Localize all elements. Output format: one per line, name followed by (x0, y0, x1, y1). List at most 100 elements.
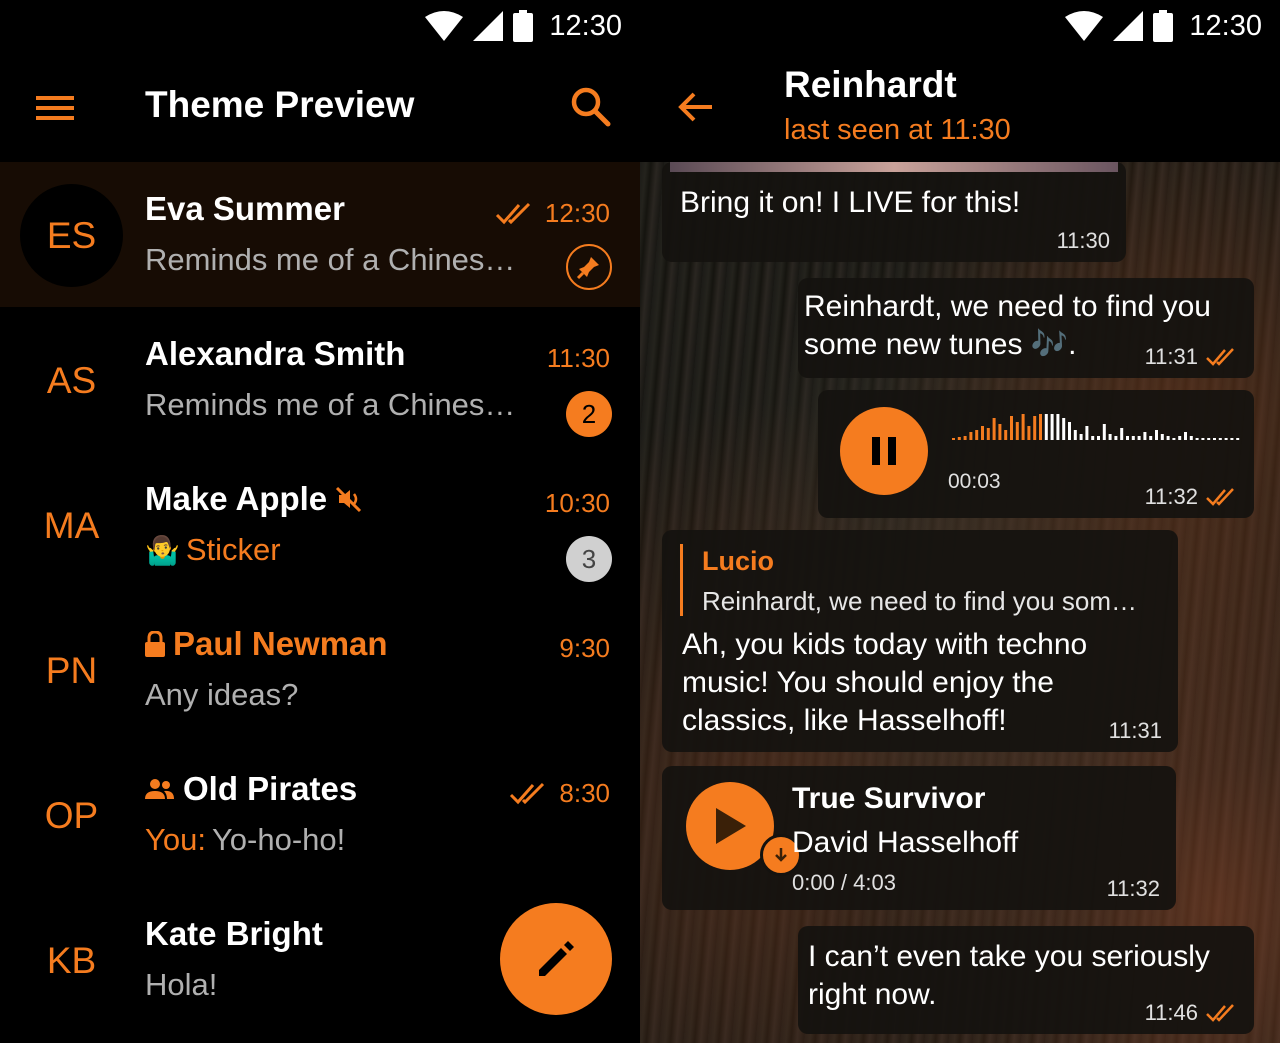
message-bubble-outgoing[interactable]: I can’t even take you seriously right no… (798, 926, 1254, 1034)
waveform-bar (1120, 428, 1124, 440)
chat-name: Kate Bright (145, 915, 323, 953)
chat-time-text: 12:30 (544, 198, 610, 228)
waveform-bar (1218, 438, 1222, 440)
voice-message-bubble[interactable]: 00:03 11:32 (818, 390, 1254, 518)
waveform-bar (1097, 436, 1100, 440)
chat-row-eva-summer[interactable]: ES Eva Summer 12:30 Reminds me of a Chin… (0, 162, 640, 307)
waveform-bar (1155, 430, 1158, 440)
lock-icon (145, 631, 165, 657)
waveform-bar (1091, 436, 1095, 440)
message-bubble-outgoing[interactable]: Reinhardt, we need to find you some new … (798, 278, 1254, 378)
chat-time-text: 9:30 (559, 633, 610, 663)
status-time: 12:30 (1189, 9, 1262, 42)
waveform-bar (1143, 432, 1147, 440)
avatar: KB (46, 939, 97, 981)
chat-name-text: Alexandra Smith (145, 335, 406, 372)
peer-name[interactable]: Reinhardt (784, 64, 957, 106)
waveform-bar (975, 430, 979, 440)
double-check-icon (1206, 488, 1234, 506)
message-bubble-incoming-reply[interactable]: Lucio Reinhardt, we need to find you som… (662, 530, 1178, 752)
back-arrow-icon[interactable] (676, 87, 716, 127)
chat-preview: Reminds me of a Chines… (145, 387, 516, 422)
waveform-bar (1010, 416, 1013, 440)
play-icon (716, 808, 746, 844)
voice-waveform[interactable] (952, 410, 1240, 454)
waveform-bar (1102, 424, 1106, 440)
avatar: AS (46, 359, 97, 401)
chat-name: Old Pirates (145, 770, 357, 808)
chat-name-text: Paul Newman (173, 625, 388, 662)
unread-badge: 2 (566, 391, 612, 437)
pause-button[interactable] (840, 407, 928, 495)
waveform-bar (1195, 438, 1199, 440)
chat-time: 12:30 (495, 198, 610, 229)
waveform-bar (1108, 434, 1112, 440)
waveform-bar (952, 438, 955, 440)
waveform-bar (957, 437, 961, 440)
waveform-bar (1131, 436, 1135, 440)
waveform-bar (1039, 414, 1042, 440)
message-meta: 11:31 (1145, 344, 1238, 370)
waveform-bar (1230, 438, 1234, 440)
waveform-bar (1068, 422, 1071, 440)
group-icon (145, 779, 174, 799)
preview-sender: You: (145, 822, 206, 857)
app-bar: Theme Preview (0, 52, 640, 162)
chat-time-text: 8:30 (559, 778, 610, 808)
pencil-icon (539, 941, 574, 976)
message-time: 11:31 (1108, 718, 1162, 743)
wifi-icon (425, 11, 464, 41)
avatar: MA (43, 504, 100, 546)
waveform-bar (1207, 438, 1211, 440)
sticker-emoji: 🤷‍♂️ (145, 534, 180, 566)
waveform-bar (1079, 434, 1083, 440)
waveform-bar (1062, 418, 1066, 440)
search-icon[interactable] (568, 84, 614, 130)
page-title: Theme Preview (145, 84, 415, 125)
chat-row-make-apple[interactable]: MA Make Apple 10:30 🤷‍♂️ Sticker 3 (0, 452, 640, 597)
message-bubble-incoming[interactable]: Bring it on! I LIVE for this! 11:30 (662, 162, 1126, 262)
reply-author[interactable]: Lucio (702, 546, 774, 577)
chat-name-text: Old Pirates (183, 770, 358, 807)
waveform-bar (1126, 436, 1129, 440)
chat-row-old-pirates[interactable]: OP Old Pirates 8:30 You: Yo-ho-ho! (0, 742, 640, 887)
chat-row-alexandra-smith[interactable]: AS Alexandra Smith 11:30 Reminds me of a… (0, 307, 640, 452)
double-check-icon (510, 782, 545, 804)
preview-text: Yo-ho-ho! (211, 822, 346, 857)
download-icon (775, 848, 787, 862)
chat-name: Make Apple (145, 480, 363, 518)
chat-row-paul-newman[interactable]: PN Paul Newman 9:30 Any ideas? (0, 597, 640, 742)
waveform-bar (992, 418, 996, 440)
mute-icon (336, 486, 362, 513)
music-message-bubble[interactable]: True Survivor David Hasselhoff 0:00 / 4:… (662, 766, 1176, 910)
double-check-icon (1206, 348, 1234, 366)
message-time: 11:46 (1144, 1000, 1198, 1025)
message-time: 11:32 (1144, 484, 1198, 509)
menu-icon[interactable] (30, 88, 82, 128)
waveform-bar (1056, 414, 1060, 440)
chat-name-text: Make Apple (145, 480, 328, 517)
message-time: 11:31 (1144, 344, 1198, 369)
message-meta: 11:46 (1145, 1000, 1238, 1026)
reply-quote[interactable]: Reinhardt, we need to find you som… (702, 586, 1137, 617)
chat-name: Alexandra Smith (145, 335, 405, 373)
pause-icon (872, 437, 896, 465)
waveform-bar (1073, 430, 1077, 440)
chat-time-text: 10:30 (544, 488, 610, 518)
compose-button[interactable] (500, 903, 612, 1015)
chat-preview: You: Yo-ho-ho! (145, 822, 345, 858)
wifi-icon (1065, 11, 1104, 41)
waveform-bar (1085, 426, 1089, 440)
chat-preview: Hola! (145, 967, 218, 1002)
status-time: 12:30 (549, 9, 622, 42)
waveform-bar (1114, 436, 1118, 440)
waveform-bar (1137, 436, 1141, 440)
pinned-badge (566, 244, 612, 290)
waveform-bar (1236, 438, 1240, 440)
waveform-bar (963, 436, 967, 440)
chat-list-screen: 12:30 Theme Preview ES Eva Summer 12:30 … (0, 0, 640, 1043)
waveform-bar (1015, 422, 1019, 440)
message-meta: 11:32 (1145, 484, 1238, 510)
track-title: True Survivor (792, 782, 986, 815)
signal-icon (1113, 11, 1144, 41)
